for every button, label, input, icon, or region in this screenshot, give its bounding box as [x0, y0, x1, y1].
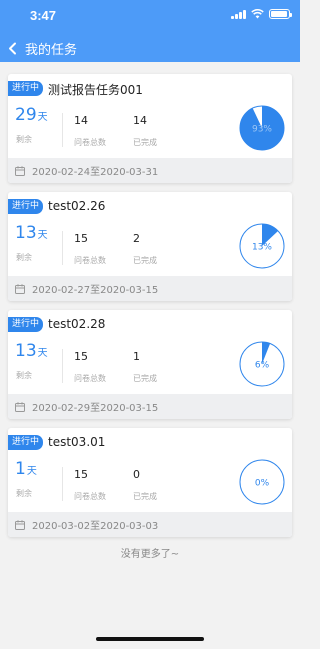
divider — [62, 113, 63, 147]
status-badge: 进行中 — [8, 199, 44, 214]
completed-value: 1 — [133, 350, 140, 363]
task-list: 进行中 测试报告任务001 29天 剩余 14 问卷总数 14 已完成 93% … — [8, 74, 292, 546]
completed-stat: 2 已完成 — [133, 232, 157, 266]
days-left: 29天 — [15, 105, 48, 125]
divider — [62, 467, 63, 501]
calendar-icon — [15, 165, 25, 176]
percent-label: 93% — [252, 125, 272, 135]
calendar-icon — [15, 519, 25, 530]
completed-label: 已完成 — [133, 256, 157, 265]
status-badge: 进行中 — [8, 435, 44, 450]
date-range: 2020-03-02至2020-03-03 — [32, 521, 159, 532]
date-row: 2020-02-24至2020-03-31 — [8, 158, 292, 183]
completed-label: 已完成 — [133, 138, 157, 147]
total-label: 问卷总数 — [74, 138, 106, 147]
task-title: test02.26 — [48, 199, 106, 213]
date-range: 2020-02-27至2020-03-15 — [32, 285, 159, 296]
completed-value: 14 — [133, 114, 147, 127]
percent-label: 13% — [252, 243, 272, 253]
total-label: 问卷总数 — [74, 492, 106, 501]
no-more-text: 没有更多了~ — [120, 549, 180, 560]
days-left: 13天 — [15, 223, 48, 243]
date-row: 2020-03-02至2020-03-03 — [8, 512, 292, 537]
completed-value: 2 — [133, 232, 140, 245]
total-stat: 15 问卷总数 — [74, 232, 106, 266]
total-stat: 15 问卷总数 — [74, 350, 106, 384]
completed-stat: 1 已完成 — [133, 350, 157, 384]
days-left-value: 29 — [15, 105, 37, 125]
total-stat: 15 问卷总数 — [74, 468, 106, 502]
progress-pie: 0% — [239, 459, 285, 505]
total-value: 14 — [74, 114, 88, 127]
nav-bar: 我的任务 — [0, 36, 300, 60]
task-card[interactable]: 进行中 test02.26 13天 剩余 15 问卷总数 2 已完成 13% 2… — [8, 192, 292, 301]
date-row: 2020-02-29至2020-03-15 — [8, 394, 292, 419]
home-indicator — [96, 637, 204, 641]
status-icons — [231, 9, 292, 19]
completed-label: 已完成 — [133, 374, 157, 383]
date-range: 2020-02-24至2020-03-31 — [32, 167, 159, 178]
percent-label: 6% — [255, 361, 270, 371]
divider — [62, 231, 63, 265]
completed-stat: 0 已完成 — [133, 468, 157, 502]
total-value: 15 — [74, 232, 88, 245]
back-button[interactable] — [8, 39, 22, 57]
total-label: 问卷总数 — [74, 256, 106, 265]
completed-label: 已完成 — [133, 492, 157, 501]
completed-stat: 14 已完成 — [133, 114, 157, 148]
remaining-label: 剩余 — [16, 371, 32, 380]
days-left: 1天 — [15, 459, 37, 479]
total-value: 15 — [74, 468, 88, 481]
total-stat: 14 问卷总数 — [74, 114, 106, 148]
date-row: 2020-02-27至2020-03-15 — [8, 276, 292, 301]
task-card[interactable]: 进行中 测试报告任务001 29天 剩余 14 问卷总数 14 已完成 93% … — [8, 74, 292, 183]
total-value: 15 — [74, 350, 88, 363]
page-title: 我的任务 — [25, 42, 78, 58]
remaining-label: 剩余 — [16, 489, 32, 498]
header: 3:47 我的任务 — [0, 0, 300, 62]
days-left: 13天 — [15, 341, 48, 361]
remaining-label: 剩余 — [16, 253, 32, 262]
task-card[interactable]: 进行中 test03.01 1天 剩余 15 问卷总数 0 已完成 0% 202… — [8, 428, 292, 537]
task-card[interactable]: 进行中 test02.28 13天 剩余 15 问卷总数 1 已完成 6% 20… — [8, 310, 292, 419]
status-time: 3:47 — [30, 8, 57, 23]
days-left-value: 13 — [15, 341, 37, 361]
wifi-icon — [251, 9, 264, 19]
days-left-value: 13 — [15, 223, 37, 243]
percent-label: 0% — [255, 479, 270, 489]
task-title: test02.28 — [48, 317, 106, 331]
task-title: 测试报告任务001 — [48, 83, 143, 97]
battery-icon — [269, 9, 292, 19]
days-left-value: 1 — [15, 459, 26, 479]
chevron-left-icon — [9, 42, 16, 54]
progress-pie: 13% — [239, 223, 285, 269]
divider — [62, 349, 63, 383]
task-title: test03.01 — [48, 435, 106, 449]
progress-pie: 6% — [239, 341, 285, 387]
days-unit: 天 — [26, 466, 37, 477]
remaining-label: 剩余 — [16, 135, 32, 144]
total-label: 问卷总数 — [74, 374, 106, 383]
signal-icon — [231, 9, 246, 19]
status-badge: 进行中 — [8, 81, 44, 96]
progress-pie: 93% — [239, 105, 285, 151]
calendar-icon — [15, 401, 25, 412]
date-range: 2020-02-29至2020-03-15 — [32, 403, 159, 414]
status-badge: 进行中 — [8, 317, 44, 332]
days-unit: 天 — [37, 230, 48, 241]
completed-value: 0 — [133, 468, 140, 481]
days-unit: 天 — [37, 348, 48, 359]
days-unit: 天 — [37, 112, 48, 123]
calendar-icon — [15, 283, 25, 294]
